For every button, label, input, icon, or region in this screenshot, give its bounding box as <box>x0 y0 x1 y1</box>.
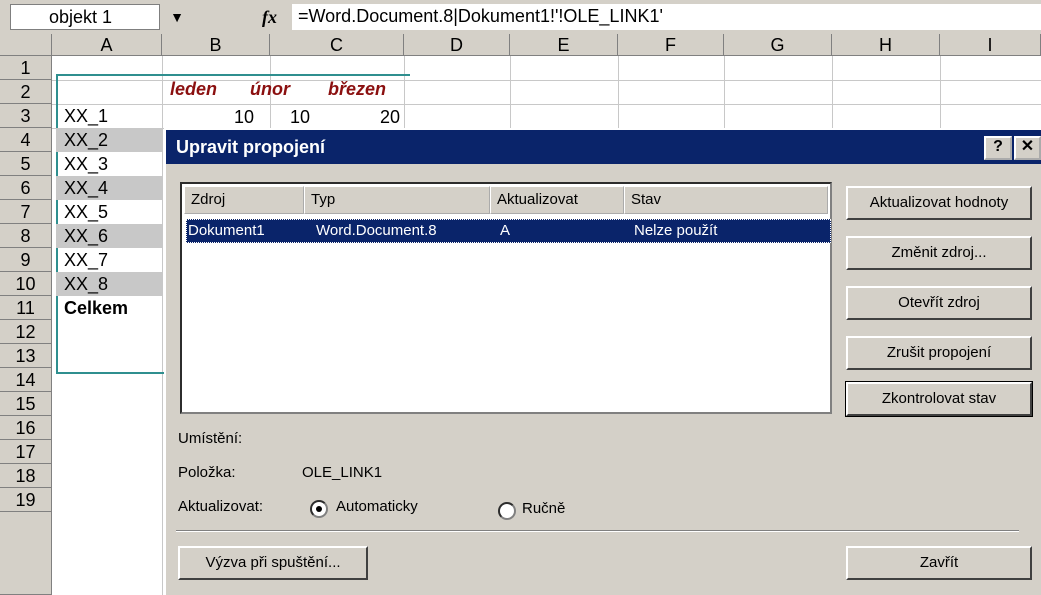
check-status-button[interactable]: Zkontrolovat stav <box>845 381 1033 417</box>
help-button[interactable]: ? <box>984 136 1012 160</box>
row-header[interactable]: 1 <box>0 56 52 80</box>
startup-prompt-button[interactable]: Výzva při spuštění... <box>178 546 368 580</box>
row-header[interactable]: 10 <box>0 272 52 296</box>
row-header[interactable]: 4 <box>0 128 52 152</box>
cell-label-total[interactable]: Celkem <box>56 296 162 320</box>
column-header[interactable]: F <box>618 34 724 56</box>
close-button[interactable]: Zavřít <box>846 546 1032 580</box>
list-header-source[interactable]: Zdroj <box>184 186 304 214</box>
list-header-update[interactable]: Aktualizovat <box>490 186 624 214</box>
column-header[interactable]: H <box>832 34 940 56</box>
cell-month[interactable]: březen <box>328 78 386 100</box>
list-header-status[interactable]: Stav <box>624 186 828 214</box>
column-header[interactable]: A <box>52 34 162 56</box>
row-header[interactable]: 14 <box>0 368 52 392</box>
row-header[interactable]: 15 <box>0 392 52 416</box>
cell-value[interactable]: 20 <box>310 106 400 128</box>
cell-label[interactable]: XX_5 <box>56 200 162 224</box>
cell-label[interactable]: XX_7 <box>56 248 162 272</box>
close-icon[interactable]: ✕ <box>1014 136 1041 160</box>
column-header[interactable]: I <box>940 34 1041 56</box>
list-cell-status: Nelze použít <box>634 222 718 239</box>
cell-label[interactable]: XX_8 <box>56 272 162 296</box>
cell-label[interactable]: XX_4 <box>56 176 162 200</box>
row-header-filler <box>0 512 52 595</box>
radio-automatic[interactable] <box>310 500 328 518</box>
row-header[interactable]: 6 <box>0 176 52 200</box>
row-header[interactable]: 7 <box>0 200 52 224</box>
row-header[interactable]: 2 <box>0 80 52 104</box>
item-label: Položka: <box>178 464 236 481</box>
update-values-button[interactable]: Aktualizovat hodnoty <box>846 186 1032 220</box>
formula-input[interactable]: =Word.Document.8|Dokument1!'!OLE_LINK1' <box>292 4 1041 30</box>
name-box[interactable]: objekt 1 <box>10 4 160 30</box>
links-listbox[interactable] <box>180 182 832 414</box>
cell-value[interactable]: 10 <box>254 106 310 128</box>
cell-label[interactable]: XX_3 <box>56 152 162 176</box>
change-source-button[interactable]: Změnit zdroj... <box>846 236 1032 270</box>
dialog-separator <box>176 530 1019 532</box>
row-header[interactable]: 16 <box>0 416 52 440</box>
radio-manual[interactable] <box>498 502 516 520</box>
item-value: OLE_LINK1 <box>302 464 383 481</box>
dialog-title: Upravit propojení <box>176 137 326 157</box>
cell-month[interactable]: leden <box>170 78 217 100</box>
open-source-button[interactable]: Otevřít zdroj <box>846 286 1032 320</box>
row-header[interactable]: 19 <box>0 488 52 512</box>
cell-value[interactable]: 10 <box>170 106 254 128</box>
select-all-corner[interactable] <box>0 34 52 56</box>
column-header[interactable]: G <box>724 34 832 56</box>
row-header[interactable]: 12 <box>0 320 52 344</box>
list-cell-update: A <box>500 222 511 239</box>
row-header[interactable]: 8 <box>0 224 52 248</box>
break-link-button[interactable]: Zrušit propojení <box>846 336 1032 370</box>
list-cell-type: Word.Document.8 <box>316 222 437 239</box>
column-header[interactable]: B <box>162 34 270 56</box>
list-header-type[interactable]: Typ <box>304 186 490 214</box>
row-header[interactable]: 11 <box>0 296 52 320</box>
name-box-dropdown-icon[interactable]: ▼ <box>160 4 194 30</box>
cell-month[interactable]: únor <box>250 78 290 100</box>
update-label: Aktualizovat: <box>178 498 264 515</box>
column-header[interactable]: E <box>510 34 618 56</box>
location-label: Umístění: <box>178 430 243 447</box>
row-header[interactable]: 17 <box>0 440 52 464</box>
radio-selected-dot <box>316 506 322 512</box>
function-icon[interactable]: fx <box>262 4 292 30</box>
row-header[interactable]: 18 <box>0 464 52 488</box>
radio-automatic-label[interactable]: Automaticky <box>336 498 418 515</box>
list-cell-source: Dokument1 <box>188 222 265 239</box>
row-header[interactable]: 9 <box>0 248 52 272</box>
cell-label[interactable]: XX_6 <box>56 224 162 248</box>
row-header[interactable]: 3 <box>0 104 52 128</box>
column-header[interactable]: D <box>404 34 510 56</box>
radio-manual-label[interactable]: Ručně <box>522 500 565 517</box>
row-header[interactable]: 5 <box>0 152 52 176</box>
cell-label[interactable]: XX_2 <box>56 128 162 152</box>
column-header[interactable]: C <box>270 34 404 56</box>
cell-label[interactable]: XX_1 <box>56 104 162 128</box>
row-header[interactable]: 13 <box>0 344 52 368</box>
